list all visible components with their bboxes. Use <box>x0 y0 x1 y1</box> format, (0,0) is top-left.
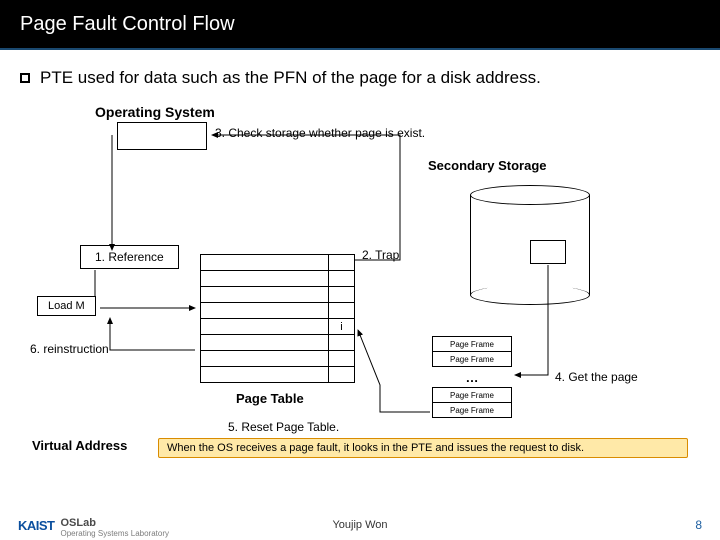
step3-label: 3. Check storage whether page is exist. <box>215 126 425 140</box>
virtual-address-label: Virtual Address <box>32 438 127 453</box>
page-frame-row: Page Frame <box>432 351 512 367</box>
secondary-storage-label: Secondary Storage <box>428 158 547 173</box>
os-label: Operating System <box>95 104 215 120</box>
page-frame-row: Page Frame <box>432 336 512 352</box>
loadm-box: Load M <box>37 296 96 316</box>
page-frame-dots: … <box>432 366 512 388</box>
page-table: i <box>200 254 355 383</box>
callout-box: When the OS receives a page fault, it lo… <box>158 438 688 458</box>
slide-footer: KAIST OSLab Operating Systems Laboratory… <box>0 510 720 540</box>
disk-block <box>530 240 566 264</box>
brand-sub: Operating Systems Laboratory <box>61 529 170 538</box>
page-frame-row: Page Frame <box>432 387 512 403</box>
reference-box: 1. Reference <box>80 245 179 269</box>
pt-cell-i: i <box>329 319 355 335</box>
brand-oslab: OSLab <box>61 517 96 529</box>
page-frame-row: Page Frame <box>432 402 512 418</box>
page-frames: Page Frame Page Frame … Page Frame Page … <box>432 336 512 417</box>
step4-label: 4. Get the page <box>555 370 638 384</box>
brand-kaist: KAIST <box>18 518 55 533</box>
bullet-text: PTE used for data such as the PFN of the… <box>40 68 541 88</box>
page-number: 8 <box>695 518 702 532</box>
os-box <box>117 122 207 150</box>
brand: KAIST OSLab Operating Systems Laboratory <box>18 513 169 538</box>
step5-label: 5. Reset Page Table. <box>228 420 339 434</box>
bullet-icon <box>20 73 30 83</box>
slide-content: PTE used for data such as the PFN of the… <box>0 50 720 510</box>
step6-label: 6. reinstruction <box>30 342 109 356</box>
trap-label: 2. Trap <box>362 248 399 262</box>
slide-title: Page Fault Control Flow <box>20 13 235 36</box>
page-table-label: Page Table <box>236 391 304 406</box>
slide-header: Page Fault Control Flow <box>0 0 720 50</box>
bullet-row: PTE used for data such as the PFN of the… <box>20 68 541 88</box>
author-name: Youjip Won <box>332 519 387 531</box>
